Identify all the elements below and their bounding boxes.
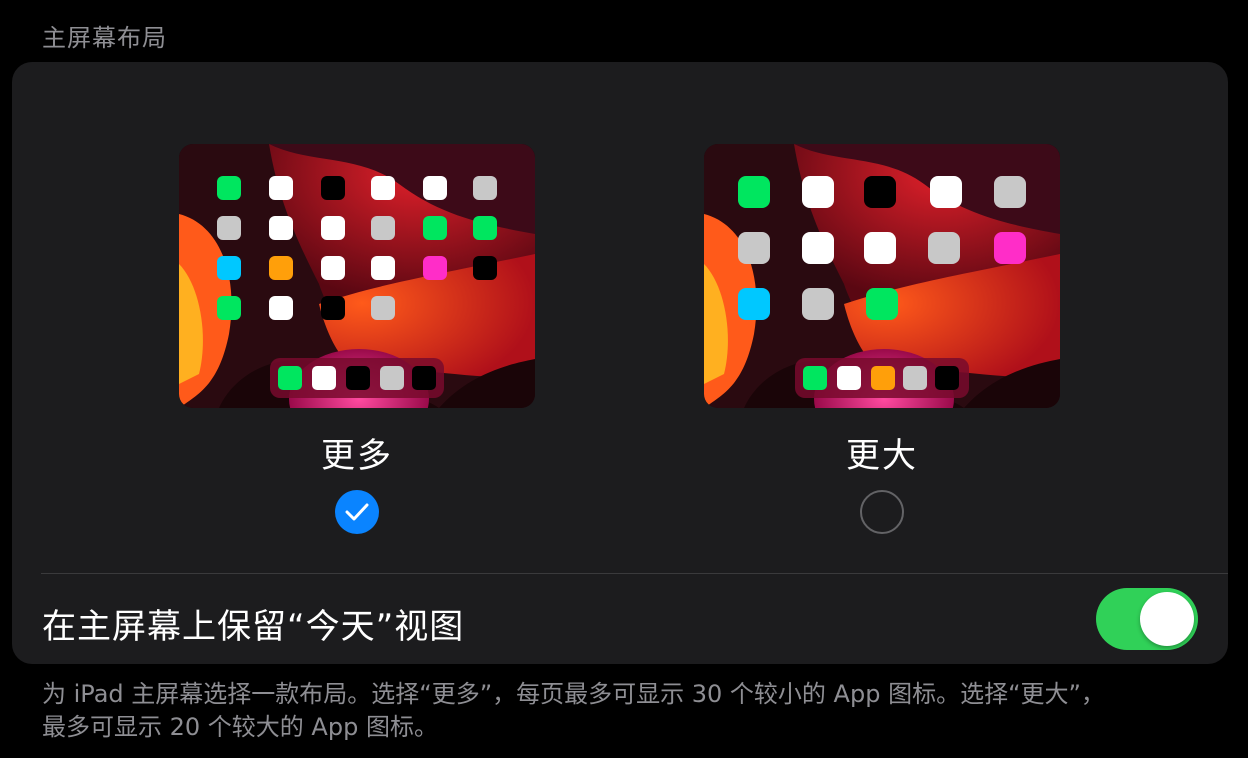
dock-app-icon	[380, 366, 404, 390]
app-icon	[321, 256, 345, 280]
app-icon	[321, 176, 345, 200]
checkmark-icon	[345, 503, 369, 521]
dock	[270, 358, 444, 398]
layout-preview-bigger[interactable]	[704, 144, 1060, 408]
layout-option-bigger[interactable]: 更大	[704, 144, 1060, 534]
app-icon	[371, 216, 395, 240]
app-icon	[371, 176, 395, 200]
app-icon	[321, 296, 345, 320]
app-icon	[738, 288, 770, 320]
layout-preview-more[interactable]	[179, 144, 535, 408]
radio-bigger-unselected[interactable]	[860, 490, 904, 534]
dock-app-icon	[278, 366, 302, 390]
dock	[795, 358, 969, 398]
footer-line-1: 为 iPad 主屏幕选择一款布局。选择“更多”，每页最多可显示 30 个较小的 …	[42, 680, 1105, 708]
option-label-bigger: 更大	[846, 436, 918, 476]
keep-today-view-row: 在主屏幕上保留“今天”视图	[12, 574, 1228, 664]
app-icon	[269, 256, 293, 280]
section-header: 主屏幕布局	[42, 24, 167, 52]
app-icon	[217, 216, 241, 240]
dock-app-icon	[935, 366, 959, 390]
radio-more-selected[interactable]	[335, 490, 379, 534]
layout-option-more[interactable]: 更多	[179, 144, 535, 534]
keep-today-view-label: 在主屏幕上保留“今天”视图	[42, 607, 465, 647]
dock-app-icon	[346, 366, 370, 390]
app-icon	[473, 176, 497, 200]
app-icon	[423, 256, 447, 280]
app-icon	[738, 176, 770, 208]
app-icon	[473, 216, 497, 240]
app-icon	[738, 232, 770, 264]
keep-today-view-toggle[interactable]	[1096, 588, 1198, 650]
app-icon	[994, 232, 1026, 264]
app-icon	[371, 256, 395, 280]
dock-app-icon	[871, 366, 895, 390]
app-icon	[217, 256, 241, 280]
toggle-knob[interactable]	[1140, 592, 1194, 646]
app-icon	[269, 296, 293, 320]
app-icon	[994, 176, 1026, 208]
app-icon	[217, 296, 241, 320]
footer-line-2: 最多可显示 20 个较大的 App 图标。	[42, 713, 438, 741]
dock-app-icon	[412, 366, 436, 390]
app-icon	[802, 232, 834, 264]
app-icon	[321, 216, 345, 240]
app-icon	[269, 216, 293, 240]
dock-app-icon	[803, 366, 827, 390]
app-icon	[423, 216, 447, 240]
app-icon	[864, 176, 896, 208]
app-icon	[217, 176, 241, 200]
dock-app-icon	[903, 366, 927, 390]
app-icon	[930, 176, 962, 208]
app-icon	[371, 296, 395, 320]
dock-app-icon	[837, 366, 861, 390]
option-label-more: 更多	[321, 436, 393, 476]
app-icon	[866, 288, 898, 320]
app-icon	[802, 288, 834, 320]
app-icon	[423, 176, 447, 200]
footer-description: 为 iPad 主屏幕选择一款布局。选择“更多”，每页最多可显示 30 个较小的 …	[42, 678, 1222, 744]
dock-app-icon	[312, 366, 336, 390]
app-icon	[269, 176, 293, 200]
app-icon	[473, 256, 497, 280]
app-icon	[864, 232, 896, 264]
layout-settings-card: 更多 更大 在主屏幕上保留“今天”视图	[12, 62, 1228, 664]
app-icon	[802, 176, 834, 208]
app-icon	[928, 232, 960, 264]
